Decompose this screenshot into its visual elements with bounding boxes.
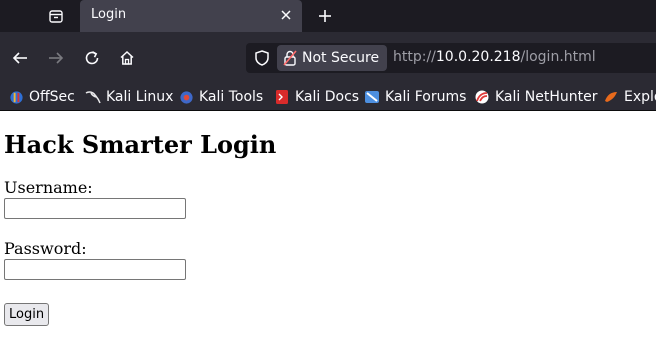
page-content: Hack Smarter Login Username: Password: L… [0, 111, 656, 340]
url-text[interactable]: http://10.0.20.218/login.html [393, 49, 596, 65]
bookmark-kali-forums[interactable]: Kali Forums [364, 84, 466, 110]
security-label: Not Secure [302, 50, 380, 66]
bookmark-kali-tools[interactable]: Kali Tools [178, 84, 263, 110]
home-icon [120, 50, 134, 65]
bookmark-kali-docs[interactable]: Kali Docs [274, 84, 359, 110]
bookmark-label: OffSec [29, 89, 75, 105]
bookmark-label: Kali Linux [106, 89, 174, 105]
bookmark-kali-nethunter[interactable]: Kali NetHunter [474, 84, 597, 110]
url-scheme: http:// [393, 49, 436, 65]
bookmark-label: Kali Docs [295, 89, 360, 105]
tracking-protection-button[interactable] [253, 49, 271, 67]
offsec-icon [8, 89, 24, 105]
reload-button[interactable] [82, 48, 102, 68]
shield-icon [255, 50, 269, 66]
bookmark-label: Kali NetHunter [495, 89, 598, 105]
bookmark-exploit-db[interactable]: Explo [603, 84, 656, 110]
close-icon [281, 10, 291, 20]
tab-title: Login [91, 7, 127, 22]
bookmark-label: Explo [624, 89, 656, 105]
reload-icon [85, 51, 99, 65]
kali-dragon-icon [85, 89, 101, 105]
kali-nethunter-icon [474, 89, 490, 105]
url-path: /login.html [520, 49, 596, 65]
bookmark-offsec[interactable]: OffSec [8, 84, 75, 110]
tab-strip: Login [0, 0, 656, 32]
username-input[interactable] [4, 198, 186, 219]
login-button[interactable]: Login [4, 303, 50, 326]
password-input[interactable] [4, 259, 186, 280]
back-button[interactable] [10, 48, 30, 68]
page-heading: Hack Smarter Login [4, 130, 277, 159]
exploit-db-icon [603, 89, 619, 105]
url-host: 10.0.20.218 [435, 49, 521, 65]
forward-button[interactable] [46, 48, 66, 68]
bookmark-label: Kali Forums [385, 89, 467, 105]
url-bar[interactable]: Not Secure http://10.0.20.218/login.html [246, 43, 656, 73]
tab-login[interactable]: Login [80, 0, 302, 32]
forward-arrow-icon [49, 52, 64, 64]
bookmark-label: Kali Tools [199, 89, 264, 105]
bookmark-kali-linux[interactable]: Kali Linux [85, 84, 173, 110]
home-button[interactable] [117, 48, 137, 68]
kali-docs-icon [274, 89, 290, 105]
kali-tools-icon [178, 89, 194, 105]
site-identity-button[interactable]: Not Secure [277, 45, 388, 71]
new-tab-button[interactable] [316, 7, 334, 25]
firefox-view-button[interactable] [46, 6, 66, 26]
plus-icon [319, 10, 331, 22]
navigation-toolbar: Not Secure http://10.0.20.218/login.html [0, 32, 656, 84]
insecure-lock-icon [283, 50, 297, 66]
bookmarks-toolbar: OffSec Kali Linux Kali Tools Kali Docs K… [0, 84, 656, 111]
username-label: Username: [4, 178, 93, 197]
kali-forums-icon [364, 89, 380, 105]
firefox-view-icon [49, 10, 63, 23]
back-arrow-icon [12, 52, 27, 64]
tab-close-button[interactable] [278, 7, 294, 23]
password-label: Password: [4, 239, 87, 258]
